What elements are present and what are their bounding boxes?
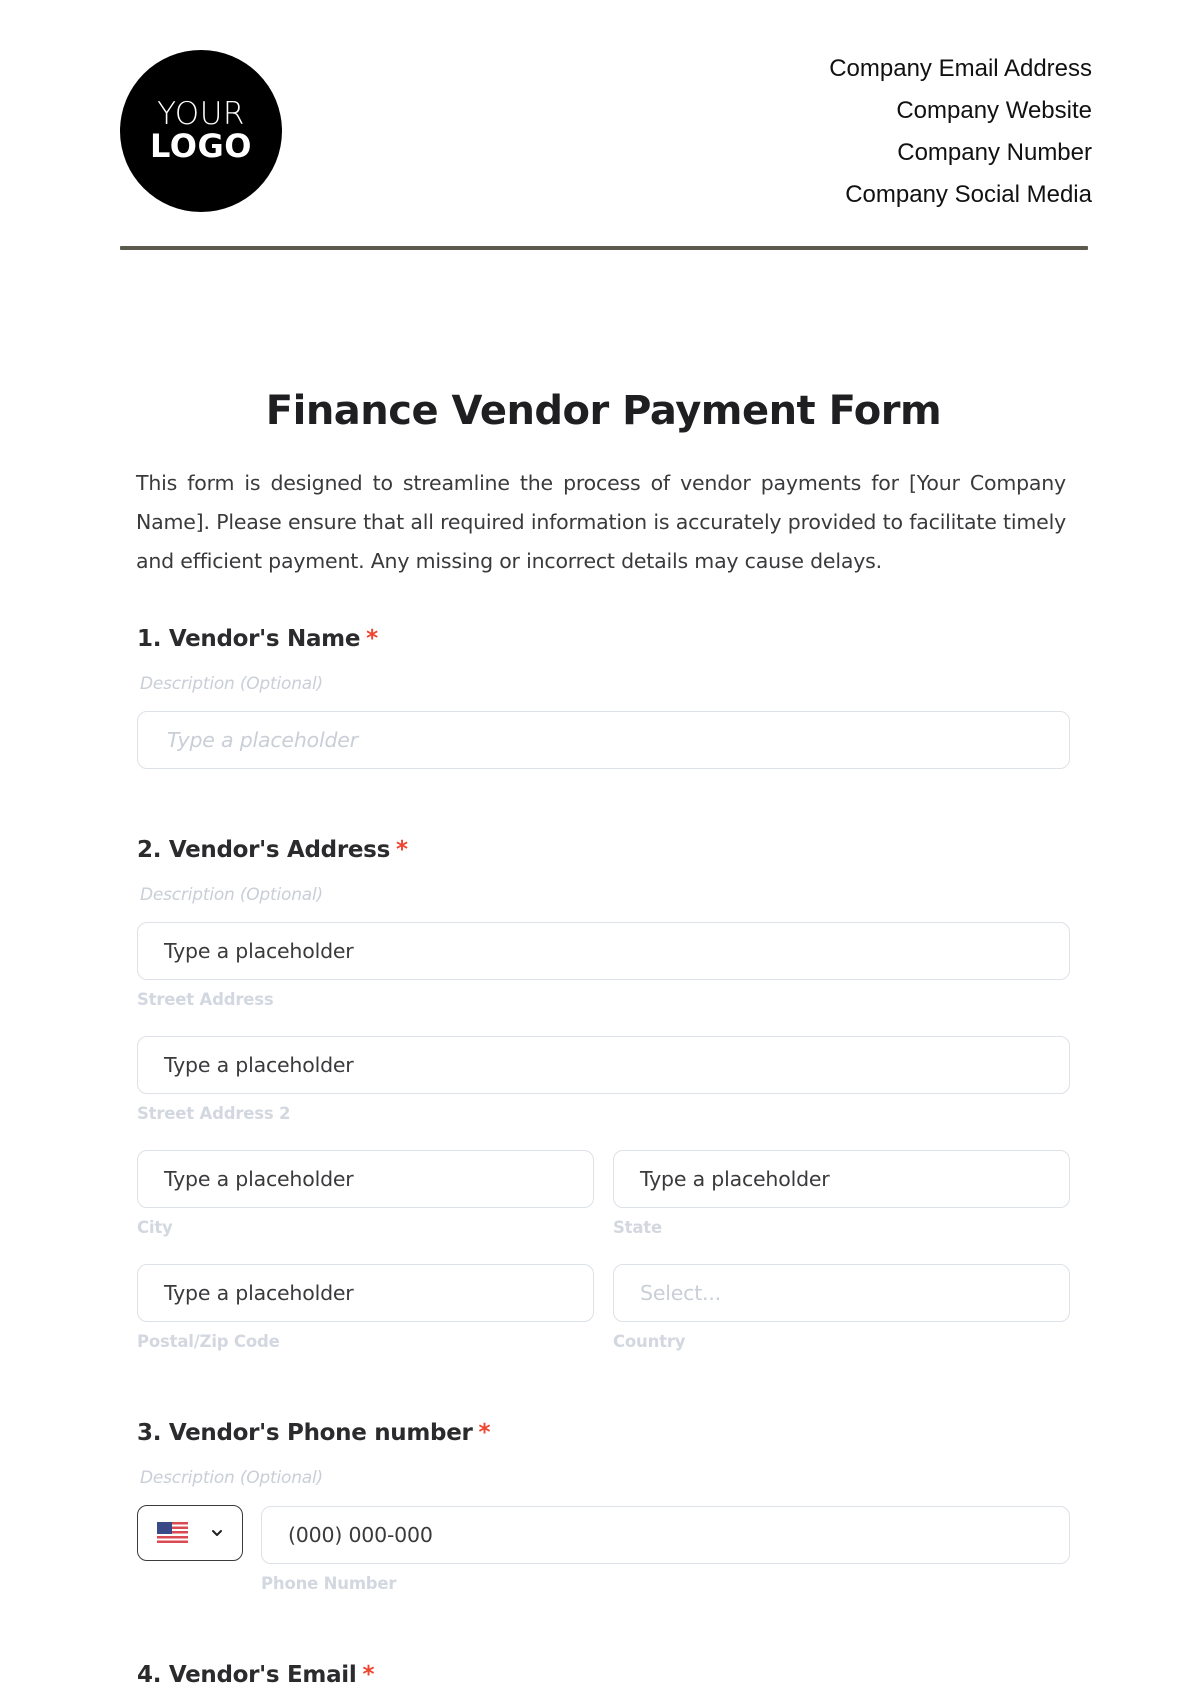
required-asterisk: * xyxy=(478,1420,491,1446)
company-contact-block: Company Email Address Company Website Co… xyxy=(829,52,1092,220)
question-description: Description (Optional) xyxy=(140,674,323,694)
street-address-label: Street Address xyxy=(137,990,274,1009)
phone-number-value: (000) 000-000 xyxy=(288,1523,433,1547)
question-vendor-phone-label: 3. Vendor's Phone number * xyxy=(137,1420,491,1446)
question-label-text: 4. Vendor's Email xyxy=(137,1662,357,1688)
postal-code-input[interactable]: Type a placeholder xyxy=(137,1264,594,1322)
street-address-2-label: Street Address 2 xyxy=(137,1104,291,1123)
street-address-value: Type a placeholder xyxy=(164,939,354,963)
company-website: Company Website xyxy=(896,97,1092,124)
state-label: State xyxy=(613,1218,662,1237)
question-vendor-email-label: 4. Vendor's Email * xyxy=(137,1662,375,1688)
street-address-input[interactable]: Type a placeholder xyxy=(137,922,1070,980)
question-label-text: 1. Vendor's Name xyxy=(137,626,361,652)
street-address-2-value: Type a placeholder xyxy=(164,1053,354,1077)
question-description: Description (Optional) xyxy=(140,885,323,905)
city-label: City xyxy=(137,1218,173,1237)
city-value: Type a placeholder xyxy=(164,1167,354,1191)
country-code-select[interactable] xyxy=(137,1505,243,1561)
company-number: Company Number xyxy=(897,139,1092,166)
street-address-2-input[interactable]: Type a placeholder xyxy=(137,1036,1070,1094)
state-value: Type a placeholder xyxy=(640,1167,830,1191)
required-asterisk: * xyxy=(362,1662,375,1688)
state-input[interactable]: Type a placeholder xyxy=(613,1150,1070,1208)
question-label-text: 3. Vendor's Phone number xyxy=(137,1420,473,1446)
company-logo: YOUR LOGO xyxy=(120,50,282,212)
header-divider xyxy=(120,246,1088,250)
country-label: Country xyxy=(613,1332,686,1351)
company-social-media: Company Social Media xyxy=(845,181,1092,208)
form-intro: This form is designed to streamline the … xyxy=(136,471,1066,573)
question-vendor-address-label: 2. Vendor's Address * xyxy=(137,837,408,863)
chevron-down-icon xyxy=(211,1530,222,1536)
logo-line-2: LOGO xyxy=(150,127,252,166)
required-asterisk: * xyxy=(395,837,408,863)
phone-number-label: Phone Number xyxy=(261,1574,397,1593)
question-label-text: 2. Vendor's Address xyxy=(137,837,390,863)
country-select[interactable]: Select... xyxy=(613,1264,1070,1322)
company-email: Company Email Address xyxy=(829,55,1092,82)
vendor-name-placeholder: Type a placeholder xyxy=(167,728,358,752)
question-vendor-name-label: 1. Vendor's Name * xyxy=(137,626,378,652)
required-asterisk: * xyxy=(366,626,378,652)
postal-code-label: Postal/Zip Code xyxy=(137,1332,280,1351)
question-description: Description (Optional) xyxy=(140,1468,323,1488)
vendor-name-input[interactable]: Type a placeholder xyxy=(137,711,1070,769)
country-select-placeholder: Select... xyxy=(640,1281,721,1305)
logo-line-1: YOUR xyxy=(157,95,245,132)
us-flag-icon xyxy=(156,1521,188,1545)
phone-number-input[interactable]: (000) 000-000 xyxy=(261,1506,1070,1564)
city-input[interactable]: Type a placeholder xyxy=(137,1150,594,1208)
form-title: Finance Vendor Payment Form xyxy=(265,388,942,434)
postal-code-value: Type a placeholder xyxy=(164,1281,354,1305)
